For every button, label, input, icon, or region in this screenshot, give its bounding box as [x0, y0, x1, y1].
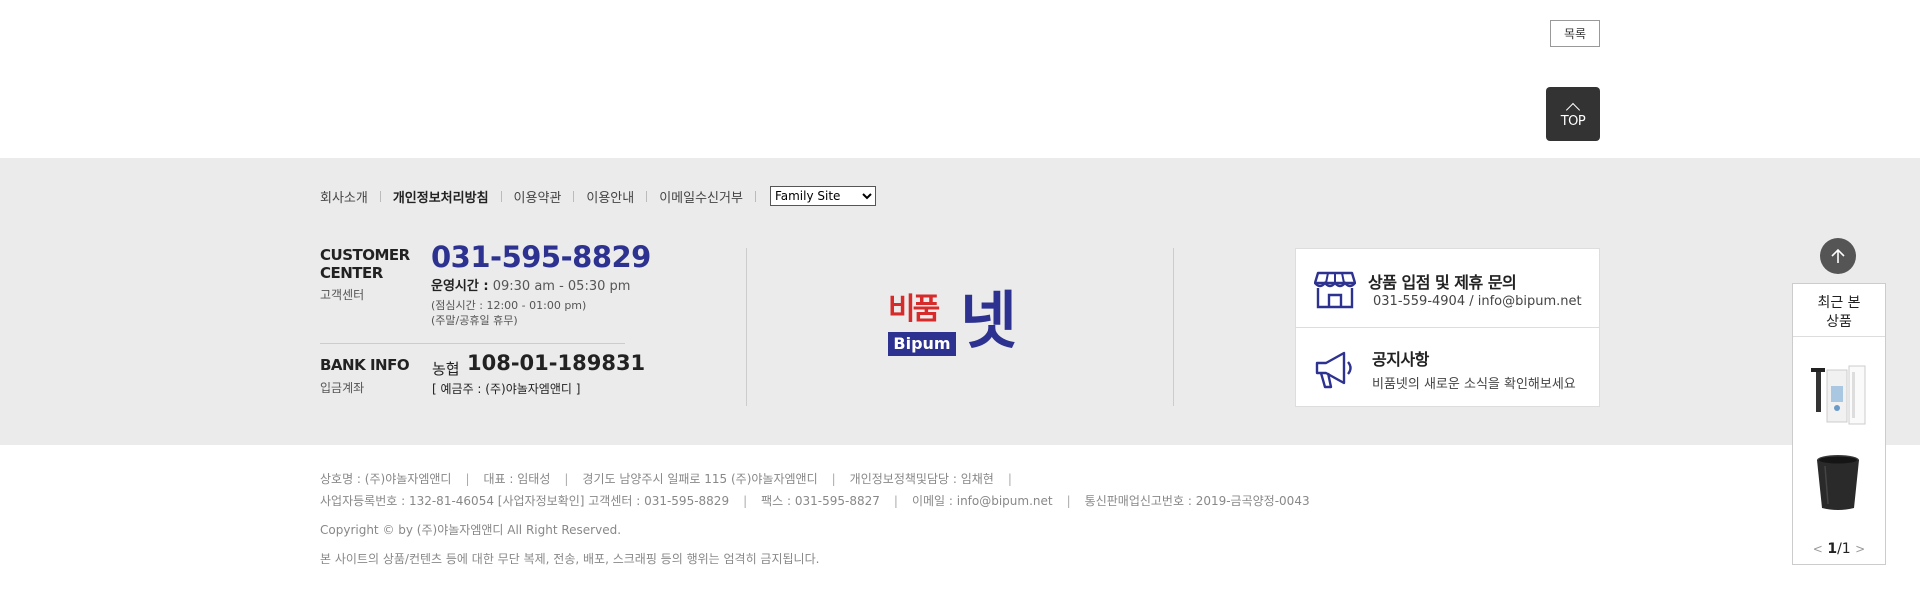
nav-privacy-policy[interactable]: 개인정보처리방침	[393, 187, 489, 206]
company-line-1: 상호명 : (주)야놀자엠앤디 | 대표 : 임태성 | 경기도 남양주시 일패로 11…	[320, 472, 1012, 486]
recent-products-panel: 최근 본 상품 < 1/1 >	[1792, 283, 1886, 565]
recent-product-trashcan-thumb[interactable]	[1815, 454, 1861, 512]
logo-sub-text: Bipum	[888, 332, 956, 356]
lunch-time: (점심시간 : 12:00 - 01:00 pm)	[431, 299, 587, 312]
hours-label: 운영시간 :	[431, 279, 489, 294]
ecommerce-number: 통신판매업신고번호 : 2019-금곡양정-0043	[1084, 494, 1310, 508]
list-button[interactable]: 목록	[1550, 20, 1600, 47]
next-icon[interactable]: >	[1855, 542, 1865, 556]
company-fax: 팩스 : 031-595-8827	[761, 494, 880, 508]
bank-account-number: 108-01-189831	[467, 351, 646, 375]
bank-account-holder: [ 예금주 : (주)야놀자엠앤디 ]	[432, 382, 581, 396]
notice-description: 비품넷의 새로운 소식을 확인해보세요	[1372, 377, 1576, 392]
company-address: 경기도 남양주시 일패로 115 (주)야놀자엠앤디	[582, 472, 818, 486]
nav-guide[interactable]: 이용안내	[586, 187, 634, 206]
business-number[interactable]: 사업자등록번호 : 132-81-46054 [사업자정보확인] 고객센터 : …	[320, 494, 729, 508]
nav-terms[interactable]: 이용약관	[514, 187, 562, 206]
notice-title: 공지사항	[1372, 350, 1429, 369]
lunch-info: (점심시간 : 12:00 - 01:00 pm) (주말/공휴일 휴무)	[431, 298, 586, 328]
company-ceo: 대표 : 임태성	[483, 472, 551, 486]
nav-divider	[379, 190, 381, 202]
holiday-note: (주말/공휴일 휴무)	[431, 314, 518, 327]
privacy-officer: 개인정보정책및담당 : 임채현	[849, 472, 994, 486]
bipum-logo[interactable]: 비품 Bipum 넷	[888, 286, 1033, 364]
partner-inquiry[interactable]: 상품 입점 및 제휴 문의 031-559-4904 / info@bipum.…	[1296, 249, 1599, 328]
recent-product-razor-thumb[interactable]	[1807, 364, 1871, 428]
family-site-select[interactable]: Family Site	[769, 186, 876, 206]
operating-hours: 운영시간 : 09:30 am - 05:30 pm	[431, 275, 630, 294]
scroll-top-button[interactable]: TOP	[1546, 87, 1600, 141]
copy-notice: 본 사이트의 상품/컨텐츠 등에 대한 무단 복제, 전송, 배포, 스크래핑 …	[320, 552, 820, 566]
hours-value: 09:30 am - 05:30 pm	[492, 279, 631, 294]
divider	[1793, 336, 1885, 337]
bank-info-title: BANK INFO	[320, 356, 410, 374]
nav-divider	[646, 190, 648, 202]
info-box: 상품 입점 및 제휴 문의 031-559-4904 / info@bipum.…	[1295, 248, 1600, 407]
recent-title-text: 최근 본 상품	[1817, 295, 1861, 330]
logo-net-text: 넷	[960, 284, 1017, 357]
customer-center-phone: 031-595-8829	[431, 240, 651, 274]
vertical-divider	[1173, 248, 1174, 406]
nav-divider	[754, 190, 756, 202]
nav-divider	[573, 190, 575, 202]
notice-link[interactable]: 공지사항 비품넷의 새로운 소식을 확인해보세요	[1296, 328, 1599, 407]
copyright: Copyright © by (주)야놀자엠앤디 All Right Reser…	[320, 523, 622, 537]
page: 목록 TOP 회사소개 개인정보처리방침 이용약관 이용안내 이메일수신거부 F…	[0, 0, 1920, 595]
customer-center-title: CUSTOMER CENTER	[320, 246, 410, 282]
nav-divider	[500, 190, 502, 202]
footer-nav: 회사소개 개인정보처리방침 이용약관 이용안내 이메일수신거부 Family S…	[320, 186, 876, 206]
nav-company-intro[interactable]: 회사소개	[320, 187, 368, 206]
partner-contact: 031-559-4904 / info@bipum.net	[1373, 294, 1582, 309]
recent-scroll-up-button[interactable]	[1820, 238, 1856, 274]
pager-total: /1	[1837, 541, 1851, 557]
customer-center-subtitle: 고객센터	[320, 288, 365, 302]
partner-title: 상품 입점 및 제휴 문의	[1368, 273, 1517, 292]
recent-title: 최근 본 상품	[1793, 294, 1885, 332]
prev-icon[interactable]: <	[1813, 542, 1823, 556]
bank-name: 농협	[432, 360, 460, 378]
megaphone-icon	[1315, 351, 1352, 389]
company-name: 상호명 : (주)야놀자엠앤디	[320, 472, 452, 486]
footer-main: 회사소개 개인정보처리방침 이용약관 이용안내 이메일수신거부 Family S…	[0, 158, 1920, 445]
store-icon	[1314, 271, 1356, 309]
pager-current: 1	[1827, 541, 1838, 557]
arrow-up-icon	[1831, 248, 1845, 263]
nav-email-refuse[interactable]: 이메일수신거부	[659, 187, 743, 206]
company-email: 이메일 : info@bipum.net	[911, 494, 1053, 508]
divider	[320, 343, 625, 344]
bank-info-subtitle: 입금계좌	[320, 381, 365, 395]
recent-pager: < 1/1 >	[1793, 541, 1885, 557]
vertical-divider	[746, 248, 747, 406]
company-line-2: 사업자등록번호 : 132-81-46054 [사업자정보확인] 고객센터 : …	[320, 494, 1310, 508]
logo-main-text: 비품	[888, 292, 940, 327]
